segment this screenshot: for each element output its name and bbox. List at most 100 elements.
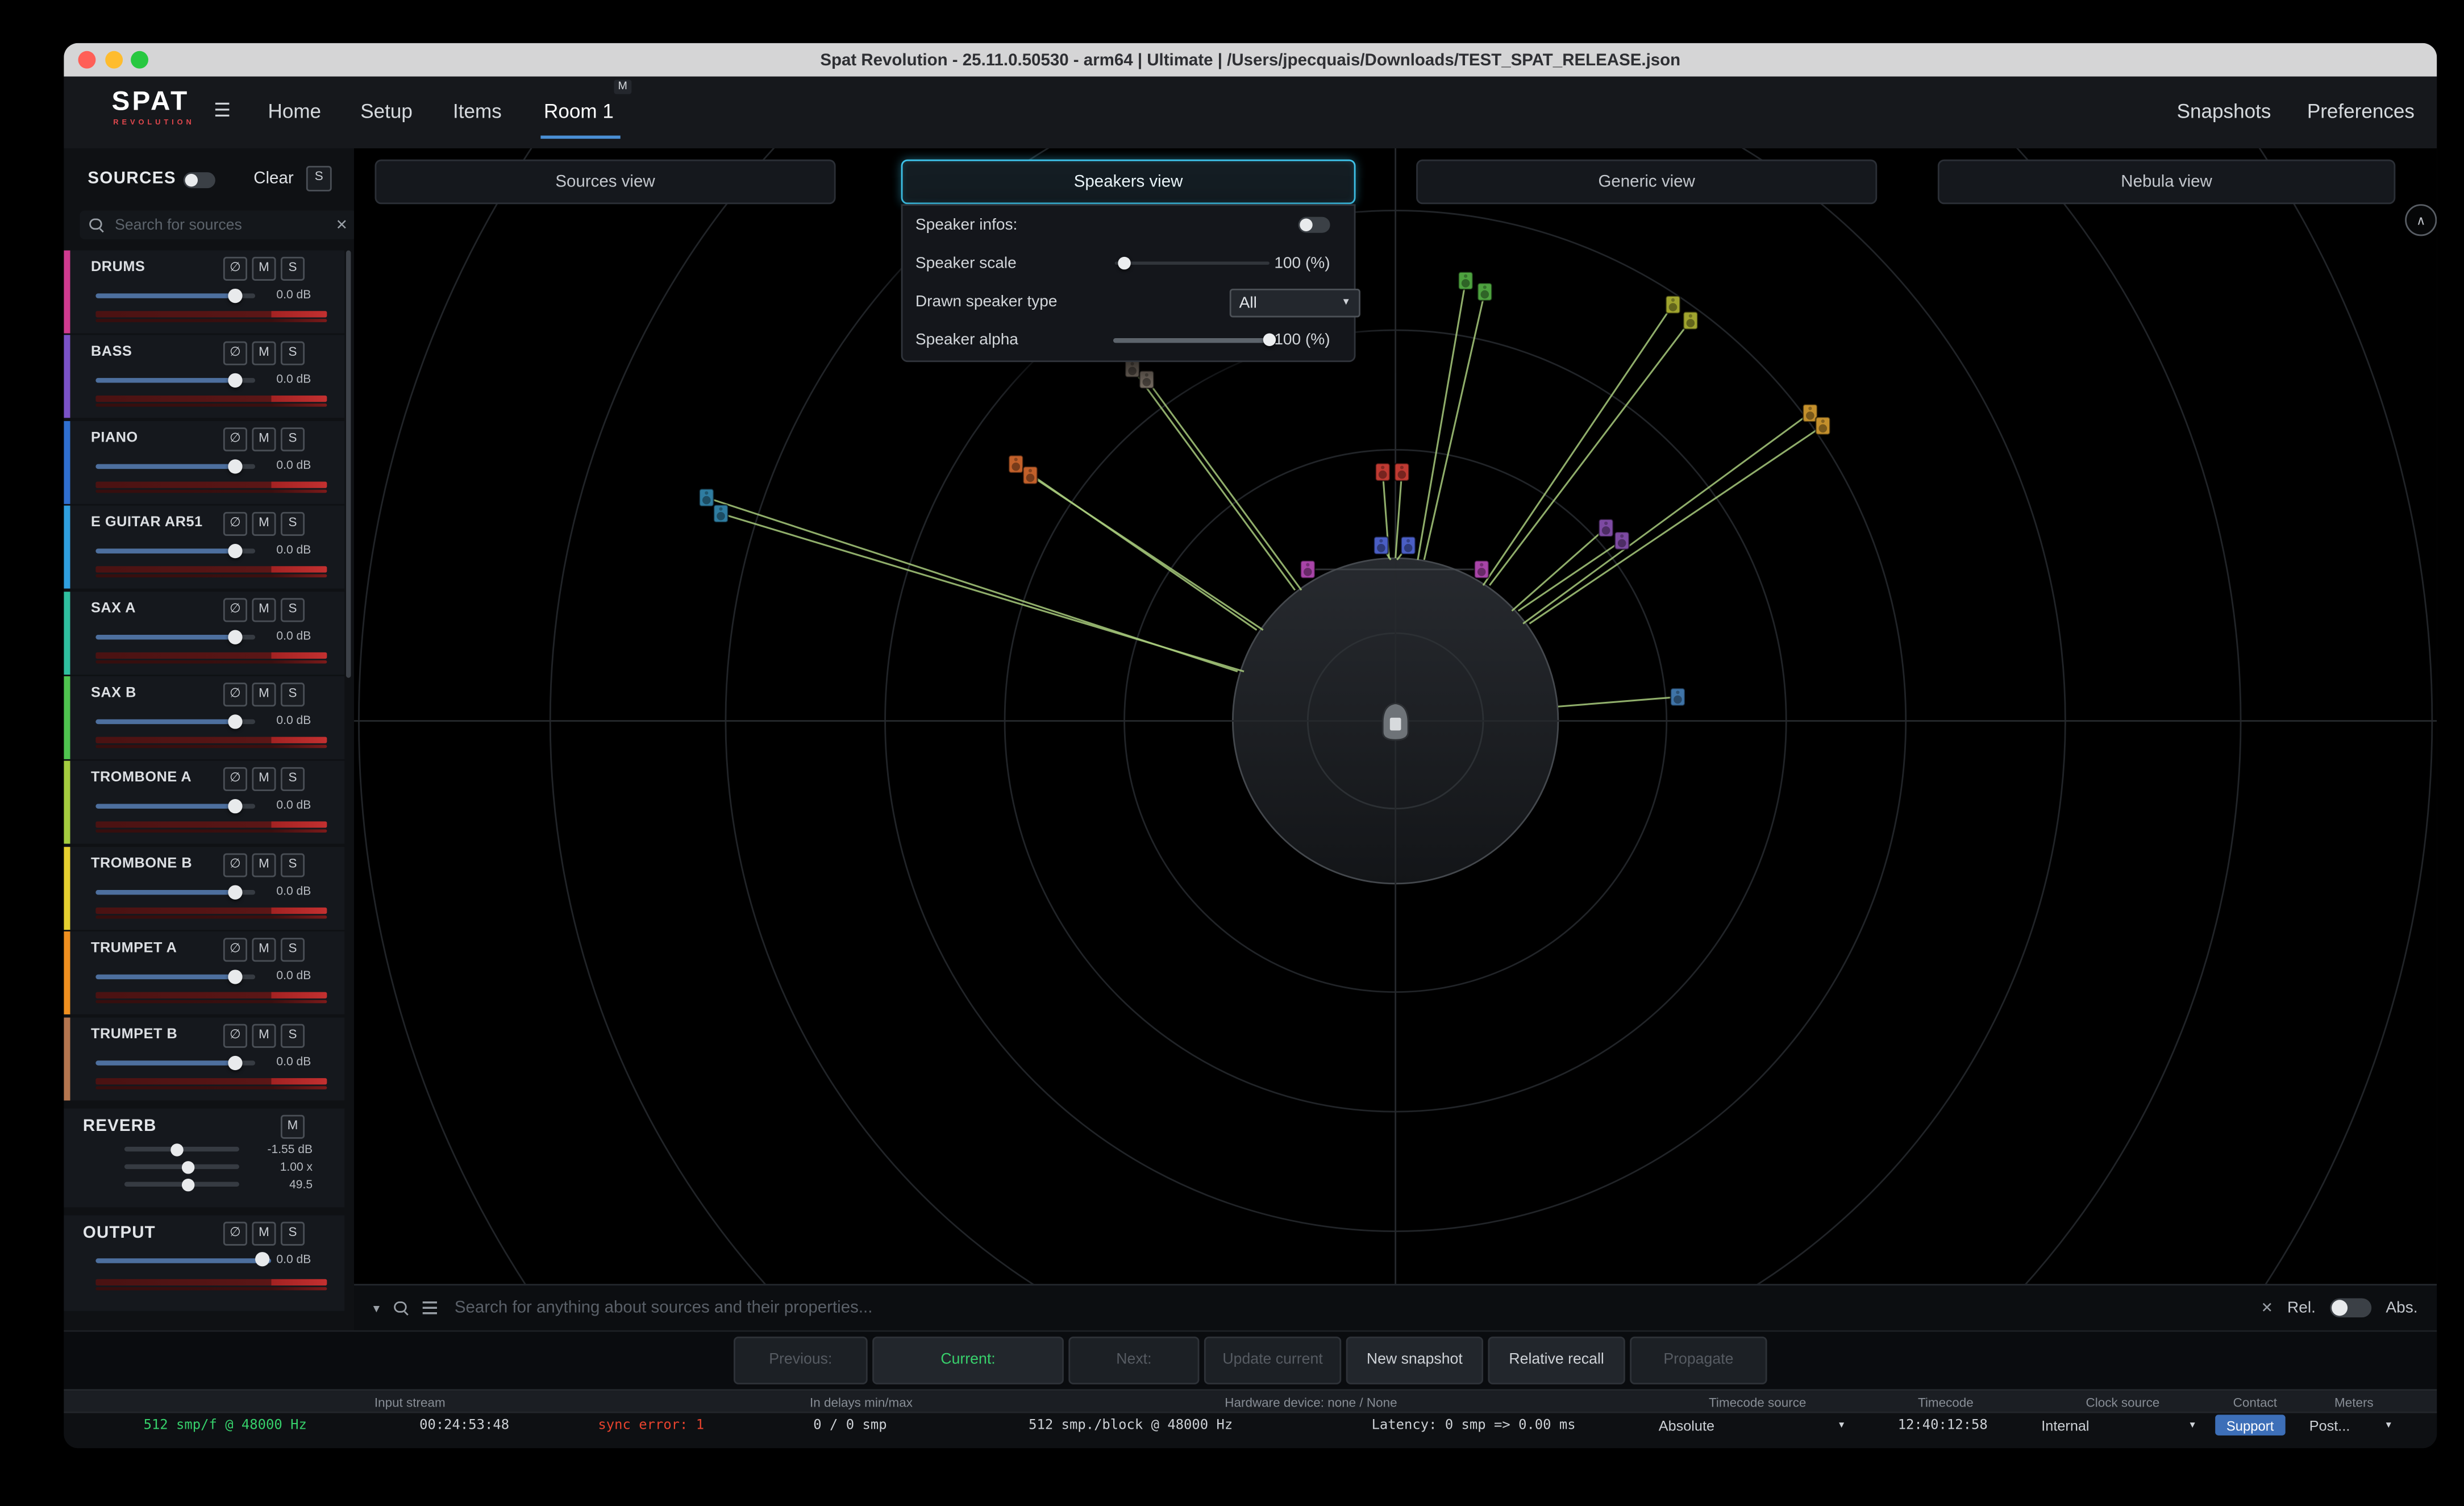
mute-button[interactable]: M	[252, 597, 276, 621]
mute-button[interactable]: M	[252, 427, 276, 451]
sources-enable-toggle[interactable]	[184, 172, 215, 188]
properties-search-input[interactable]	[451, 1297, 2246, 1319]
source-item[interactable]: E GUITAR AR51∅MS0.0 dB	[64, 506, 344, 589]
speaker-icon[interactable]	[1459, 272, 1473, 290]
bypass-button[interactable]: ∅	[223, 683, 247, 706]
snapshot-new-snapshot-button[interactable]: New snapshot	[1346, 1337, 1483, 1384]
rel-abs-toggle[interactable]	[2330, 1298, 2371, 1317]
bypass-button[interactable]: ∅	[223, 1023, 247, 1047]
mute-button[interactable]: M	[252, 1023, 276, 1047]
solo-button[interactable]: S	[281, 257, 305, 281]
sources-search[interactable]: ✕	[80, 210, 354, 239]
gain-slider[interactable]	[95, 464, 255, 468]
nav-item-home[interactable]: Home	[268, 101, 321, 123]
mute-button[interactable]: M	[252, 853, 276, 877]
speaker-icon[interactable]	[1395, 463, 1409, 481]
status-contact[interactable]: Support	[2215, 1415, 2285, 1435]
speaker-scale-slider[interactable]	[1115, 261, 1270, 265]
speaker-icon[interactable]	[714, 505, 728, 522]
output-gain-slider[interactable]	[95, 1258, 271, 1263]
clear-sources-button[interactable]: Clear	[253, 169, 293, 188]
filter-list-icon[interactable]	[423, 1301, 437, 1314]
speaker-icon[interactable]	[1376, 463, 1390, 481]
solo-button[interactable]: S	[281, 938, 305, 962]
mute-button[interactable]: M	[252, 768, 276, 792]
source-item[interactable]: TROMBONE B∅MS0.0 dB	[64, 846, 344, 929]
sidebar-scrollbar[interactable]	[346, 251, 351, 678]
gain-slider[interactable]	[95, 549, 255, 554]
source-item[interactable]: TRUMPET B∅MS0.0 dB	[64, 1017, 344, 1100]
solo-button[interactable]: S	[281, 597, 305, 621]
mute-button[interactable]: M	[252, 512, 276, 536]
speaker-icon[interactable]	[1374, 536, 1388, 554]
snapshot-propagate-button[interactable]: Propagate	[1630, 1337, 1767, 1384]
snapshot-previous-button[interactable]: Previous:	[734, 1337, 868, 1384]
output-mute-button[interactable]: M	[252, 1222, 276, 1246]
dropdown-arrow-icon[interactable]: ▼	[2384, 1420, 2393, 1430]
speaker-icon[interactable]	[1671, 688, 1685, 706]
snapshot-next-button[interactable]: Next:	[1068, 1337, 1199, 1384]
bypass-button[interactable]: ∅	[223, 342, 247, 366]
reverb-mute-button[interactable]: M	[281, 1115, 305, 1139]
speaker-icon[interactable]	[1477, 283, 1492, 301]
speaker-infos-toggle[interactable]	[1298, 217, 1330, 233]
speaker-icon[interactable]	[1683, 312, 1697, 330]
solo-button[interactable]: S	[281, 427, 305, 451]
tab-sources-view[interactable]: Sources view	[375, 160, 836, 205]
gain-slider[interactable]	[95, 378, 255, 383]
speaker-icon[interactable]	[700, 489, 714, 506]
solo-button[interactable]: S	[281, 1023, 305, 1047]
nav-item-items[interactable]: Items	[453, 101, 502, 123]
caret-down-icon[interactable]: ▾	[373, 1301, 380, 1315]
source-item[interactable]: TROMBONE A∅MS0.0 dB	[64, 762, 344, 844]
speaker-icon[interactable]	[1023, 467, 1037, 484]
sources-search-input[interactable]	[111, 214, 327, 235]
source-item[interactable]: BASS∅MS0.0 dB	[64, 335, 344, 418]
mute-button[interactable]: M	[252, 938, 276, 962]
speaker-icon[interactable]	[1816, 417, 1830, 435]
gain-slider[interactable]	[95, 975, 255, 979]
solo-button[interactable]: S	[281, 342, 305, 366]
solo-button[interactable]: S	[281, 512, 305, 536]
source-item[interactable]: SAX B∅MS0.0 dB	[64, 676, 344, 759]
hamburger-menu-icon[interactable]: ☰	[214, 99, 231, 121]
nav-item-snapshots[interactable]: Snapshots	[2177, 101, 2271, 123]
bypass-button[interactable]: ∅	[223, 768, 247, 792]
gain-slider[interactable]	[95, 719, 255, 724]
solo-button[interactable]: S	[281, 683, 305, 706]
speaker-icon[interactable]	[1599, 519, 1613, 537]
speaker-icon[interactable]	[1666, 296, 1680, 314]
speaker-icon[interactable]	[1301, 560, 1315, 578]
tab-nebula-view[interactable]: Nebula view	[1938, 160, 2395, 205]
mute-button[interactable]: M	[252, 257, 276, 281]
drawn-speaker-type-select[interactable]: All ▼	[1230, 289, 1360, 318]
speaker-icon[interactable]	[1009, 455, 1023, 473]
bypass-button[interactable]: ∅	[223, 853, 247, 877]
speaker-icon[interactable]	[1615, 532, 1629, 550]
speaker-icon[interactable]	[1401, 536, 1415, 554]
clear-search-icon[interactable]: ✕	[2261, 1299, 2273, 1317]
bypass-button[interactable]: ∅	[223, 938, 247, 962]
minimize-window-button[interactable]	[105, 51, 122, 69]
solo-button[interactable]: S	[281, 768, 305, 792]
source-item[interactable]: PIANO∅MS0.0 dB	[64, 421, 344, 504]
radar-svg[interactable]	[354, 148, 2437, 1330]
bypass-button[interactable]: ∅	[223, 257, 247, 281]
nav-item-preferences[interactable]: Preferences	[2307, 101, 2415, 123]
gain-slider[interactable]	[95, 634, 255, 639]
dropdown-arrow-icon[interactable]: ▼	[1837, 1420, 1846, 1430]
clear-search-icon[interactable]: ✕	[336, 216, 348, 234]
status-meters[interactable]: Post...	[2309, 1418, 2350, 1434]
source-item[interactable]: SAX A∅MS0.0 dB	[64, 591, 344, 674]
output-bypass-button[interactable]: ∅	[223, 1222, 247, 1246]
bypass-button[interactable]: ∅	[223, 597, 247, 621]
close-window-button[interactable]	[78, 51, 96, 69]
status-timecode-source[interactable]: Absolute	[1659, 1418, 1714, 1434]
mute-button[interactable]: M	[252, 683, 276, 706]
speaker-icon[interactable]	[1125, 360, 1139, 377]
speaker-alpha-slider[interactable]	[1113, 338, 1273, 342]
bypass-button[interactable]: ∅	[223, 427, 247, 451]
mute-button[interactable]: M	[252, 342, 276, 366]
status-clock-source[interactable]: Internal	[2041, 1418, 2089, 1434]
output-solo-button[interactable]: S	[281, 1222, 305, 1246]
